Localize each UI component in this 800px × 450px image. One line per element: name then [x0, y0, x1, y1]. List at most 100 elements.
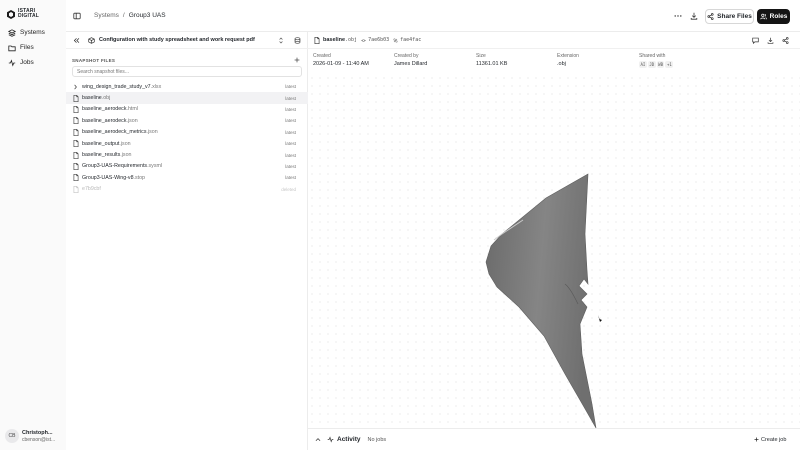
file-name: baseline_aerodeck [82, 117, 127, 124]
file-icon [314, 36, 320, 44]
file-view-name: baseline [323, 37, 346, 43]
activity-label[interactable]: Activity [337, 436, 360, 443]
shared-chip: JD [647, 61, 656, 68]
app-root: ISTARI DIGITAL Systems Files Jobs CB Chr… [0, 0, 800, 450]
users-icon [759, 13, 767, 20]
file-header: baseline .obj 7ae6b03 fae4fac [308, 32, 800, 49]
file-version-tag: latest [285, 118, 296, 124]
file-name: baseline [82, 95, 102, 102]
file-icon [73, 151, 79, 159]
file-icon [73, 174, 79, 182]
file-name: Group3-UAS-Wing-v8 [82, 174, 134, 181]
shared-chip: AI [639, 61, 647, 68]
nav-item-systems[interactable]: Systems [5, 26, 61, 39]
create-job-button[interactable]: Create job [754, 437, 786, 443]
file-version-tag: latest [285, 175, 296, 181]
sidebar-toggle-icon[interactable] [73, 12, 81, 20]
breadcrumb-current[interactable]: Group3 UAS [129, 12, 166, 19]
file-icon [73, 140, 79, 148]
file-version-tag: latest [285, 95, 296, 101]
file-name: baseline_aerodeck [82, 106, 127, 113]
nav-item-files[interactable]: Files [5, 41, 61, 54]
left-nav: ISTARI DIGITAL Systems Files Jobs CB Chr… [0, 0, 66, 450]
file-version-tag: latest [285, 163, 296, 169]
comment-icon[interactable] [752, 37, 759, 44]
file-row-requirements[interactable]: Group3-UAS-Requirements .sysml latest [66, 161, 308, 172]
activity-status: No jobs [367, 436, 387, 443]
file-version-tag: deleted [281, 186, 296, 192]
file-icon [73, 162, 79, 170]
activity-icon [8, 58, 16, 67]
file-row-baseline-results[interactable]: baseline_results .json latest [66, 149, 308, 160]
nav-label-systems: Systems [20, 29, 45, 36]
file-version-tag: latest [285, 129, 296, 135]
chevron-up-down-icon[interactable] [278, 37, 284, 44]
collapse-panel-icon[interactable] [73, 37, 80, 44]
nav-label-jobs: Jobs [20, 59, 34, 66]
snapshot-compare-icon[interactable] [294, 37, 301, 44]
file-icon [73, 185, 79, 193]
version-icon [361, 38, 367, 42]
add-file-icon[interactable] [294, 57, 300, 63]
meta-created: Created 2026-01-09 - 11:40 AM [313, 53, 369, 67]
brand-logo[interactable]: ISTARI DIGITAL [7, 9, 39, 19]
file-row-baseline-output[interactable]: baseline_output .json latest [66, 138, 308, 149]
layers-icon [8, 28, 16, 37]
file-name: baseline_aerodeck_metrics [82, 129, 147, 136]
file-name: Group3-UAS-Requirements [82, 163, 148, 170]
more-options-icon[interactable] [674, 13, 682, 19]
download-icon[interactable] [690, 12, 698, 20]
file-ext: .json [146, 129, 158, 136]
file-viewer-pane: baseline .obj 7ae6b03 fae4fac Created 202… [308, 32, 800, 450]
uav-wing-model[interactable] [308, 74, 800, 428]
meta-created-value: 2026-01-09 - 11:40 AM [313, 61, 369, 67]
configuration-selector[interactable]: Configuration with study spreadsheet and… [66, 32, 308, 49]
user-profile[interactable]: CB Christoph... cbenson@ist... [5, 426, 63, 446]
brand-line-2: DIGITAL [18, 13, 40, 19]
meta-created-label: Created [313, 53, 331, 59]
share-files-button[interactable]: Share Files [705, 9, 754, 24]
meta-shared-label: Shared with [639, 53, 666, 59]
user-email: cbenson@ist... [22, 436, 56, 443]
chevron-up-icon[interactable] [315, 437, 321, 442]
file-name: baseline_output [82, 140, 120, 147]
file-row-trade-study[interactable]: wing_design_trade_study_v7 .xlsx latest [66, 81, 308, 92]
chevron-right-icon[interactable] [73, 84, 78, 90]
roles-button[interactable]: Roles [757, 9, 790, 24]
revision-hash[interactable]: fae4fac [400, 37, 421, 43]
version-hash[interactable]: 7ae6b03 [368, 37, 389, 43]
snapshot-panel: Configuration with study spreadsheet and… [66, 32, 308, 450]
snapshot-search-input[interactable] [72, 66, 302, 77]
meta-created-by-label: Created by [394, 53, 419, 59]
file-version-tag: latest [285, 84, 296, 90]
file-ext: .json [119, 140, 131, 147]
mouse-cursor-icon [598, 315, 602, 322]
file-row-aerodeck-metrics[interactable]: baseline_aerodeck_metrics .json latest [66, 127, 308, 138]
meta-created-by-value: James Dillard [394, 61, 428, 67]
nav-item-jobs[interactable]: Jobs [5, 56, 61, 69]
file-row-aerodeck-html[interactable]: baseline_aerodeck .html latest [66, 104, 308, 115]
share-file-icon[interactable] [782, 37, 789, 44]
file-row-baseline-obj[interactable]: baseline .obj latest [66, 92, 308, 104]
file-version-tag: latest [285, 106, 296, 112]
download-file-icon[interactable] [767, 37, 774, 44]
file-ext: .html [126, 106, 138, 113]
file-ext: .obj [101, 95, 111, 102]
roles-label: Roles [769, 13, 788, 20]
box-icon [88, 36, 95, 44]
user-name: Christoph... [22, 429, 53, 436]
file-ext: .stop [133, 174, 145, 181]
shared-avatars[interactable]: AI JD WB +1 [639, 61, 674, 68]
breadcrumb: Systems / Group3 UAS [94, 12, 166, 19]
file-row-deleted[interactable]: e7b9cbf deleted [66, 184, 308, 195]
file-icon [73, 106, 79, 113]
file-row-wing-v8[interactable]: Group3-UAS-Wing-v8 .stop latest [66, 172, 308, 183]
model-viewer-canvas[interactable] [308, 74, 800, 428]
share-files-label: Share Files [717, 13, 752, 20]
plus-icon [754, 437, 759, 442]
file-row-aerodeck-json[interactable]: baseline_aerodeck .json latest [66, 115, 308, 126]
breadcrumb-systems[interactable]: Systems [94, 12, 119, 19]
file-icon [73, 94, 79, 102]
meta-extension: Extension .obj [557, 53, 579, 67]
top-bar: Systems / Group3 UAS Share Files Roles [66, 0, 800, 32]
